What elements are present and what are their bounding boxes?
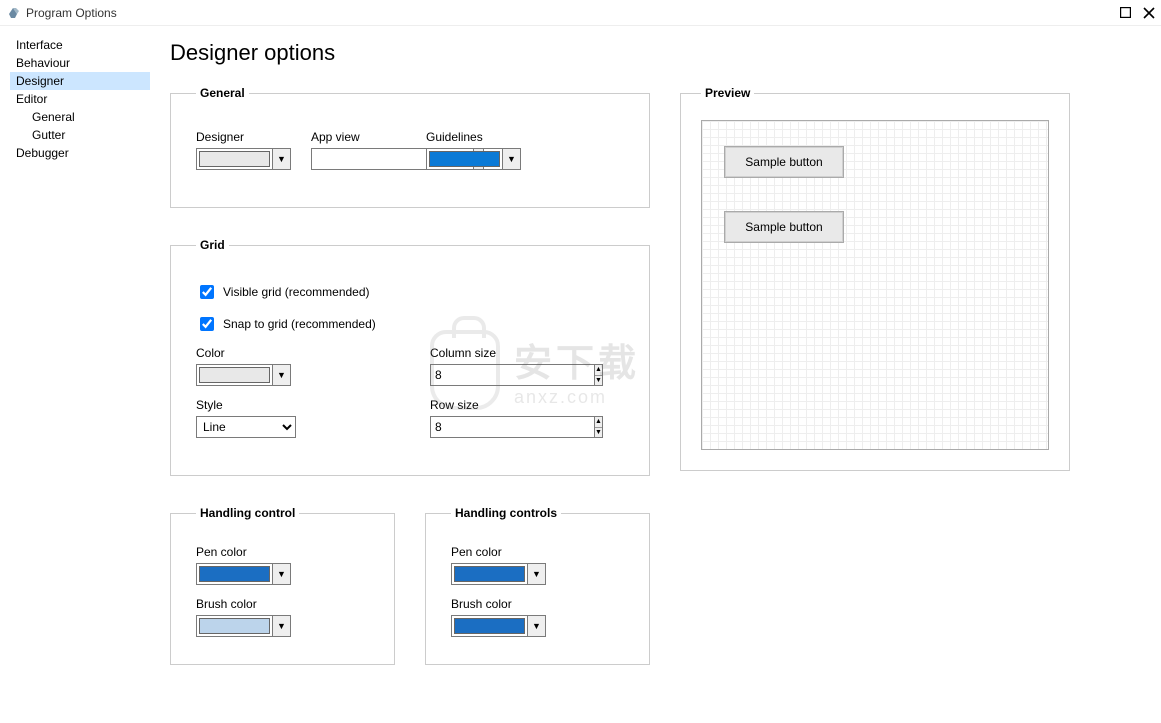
brush-color-swatch2 — [454, 618, 525, 634]
handling-controls-group: Handling controls Pen color ▼ Brush colo… — [425, 506, 650, 665]
appview-label: App view — [311, 130, 406, 144]
preview-group: Preview Sample button Sample button — [680, 86, 1070, 471]
close-button[interactable] — [1137, 1, 1161, 25]
titlebar: Program Options — [0, 0, 1161, 26]
sidebar: Interface Behaviour Designer Editor Gene… — [0, 26, 150, 723]
grid-color-swatch — [199, 367, 270, 383]
preview-legend: Preview — [701, 86, 754, 100]
row-size-label: Row size — [430, 398, 624, 412]
grid-legend: Grid — [196, 238, 229, 252]
sidebar-item-designer[interactable]: Designer — [10, 72, 150, 90]
chevron-down-icon[interactable]: ▼ — [527, 564, 545, 584]
guidelines-color-combo[interactable]: ▼ — [426, 148, 521, 170]
maximize-button[interactable] — [1113, 1, 1137, 25]
sidebar-item-interface[interactable]: Interface — [10, 36, 150, 54]
grid-color-label: Color — [196, 346, 390, 360]
appview-combo[interactable]: ▼ — [311, 148, 406, 170]
column-size-spinner[interactable]: ▲▼ — [430, 364, 535, 386]
sidebar-item-editor[interactable]: Editor — [10, 90, 150, 108]
brush-color-combo[interactable]: ▼ — [196, 615, 291, 637]
pen-color-label2: Pen color — [451, 545, 624, 559]
brush-color-combo2[interactable]: ▼ — [451, 615, 546, 637]
column-size-label: Column size — [430, 346, 624, 360]
app-icon — [6, 5, 22, 21]
sidebar-item-debugger[interactable]: Debugger — [10, 144, 150, 162]
snap-grid-label: Snap to grid (recommended) — [223, 317, 376, 331]
grid-style-select[interactable]: Line — [196, 416, 296, 438]
preview-canvas: Sample button Sample button — [701, 120, 1049, 450]
grid-style-label: Style — [196, 398, 390, 412]
designer-color-swatch — [199, 151, 270, 167]
pen-color-combo[interactable]: ▼ — [196, 563, 291, 585]
snap-grid-checkbox[interactable] — [200, 317, 214, 331]
guidelines-label: Guidelines — [426, 130, 521, 144]
chevron-down-icon[interactable]: ▼ — [502, 149, 520, 169]
pen-color-combo2[interactable]: ▼ — [451, 563, 546, 585]
pen-color-swatch — [199, 566, 270, 582]
brush-color-label2: Brush color — [451, 597, 624, 611]
pen-color-label: Pen color — [196, 545, 369, 559]
sample-button-1[interactable]: Sample button — [724, 146, 844, 178]
pen-color-swatch2 — [454, 566, 525, 582]
sidebar-item-behaviour[interactable]: Behaviour — [10, 54, 150, 72]
visible-grid-label: Visible grid (recommended) — [223, 285, 370, 299]
row-size-spinner[interactable]: ▲▼ — [430, 416, 535, 438]
designer-color-combo[interactable]: ▼ — [196, 148, 291, 170]
handling-controls-legend: Handling controls — [451, 506, 561, 520]
sidebar-item-gutter[interactable]: Gutter — [10, 126, 150, 144]
spin-down-icon[interactable]: ▼ — [595, 376, 602, 386]
grid-color-combo[interactable]: ▼ — [196, 364, 291, 386]
sidebar-item-general[interactable]: General — [10, 108, 150, 126]
general-group: General Designer ▼ App view — [170, 86, 650, 208]
grid-group: Grid Visible grid (recommended) Snap to … — [170, 238, 650, 476]
general-legend: General — [196, 86, 249, 100]
row-size-input[interactable] — [430, 416, 594, 438]
chevron-down-icon[interactable]: ▼ — [272, 149, 290, 169]
sample-button-2[interactable]: Sample button — [724, 211, 844, 243]
handling-control-group: Handling control Pen color ▼ Brush color — [170, 506, 395, 665]
spin-up-icon[interactable]: ▲ — [595, 365, 602, 376]
handling-control-legend: Handling control — [196, 506, 299, 520]
designer-label: Designer — [196, 130, 291, 144]
guidelines-color-swatch — [429, 151, 500, 167]
column-size-input[interactable] — [430, 364, 594, 386]
brush-color-label: Brush color — [196, 597, 369, 611]
chevron-down-icon[interactable]: ▼ — [272, 365, 290, 385]
visible-grid-checkbox[interactable] — [200, 285, 214, 299]
spin-down-icon[interactable]: ▼ — [595, 428, 602, 438]
page-title: Designer options — [170, 40, 1141, 66]
brush-color-swatch — [199, 618, 270, 634]
chevron-down-icon[interactable]: ▼ — [272, 616, 290, 636]
spin-up-icon[interactable]: ▲ — [595, 417, 602, 428]
chevron-down-icon[interactable]: ▼ — [272, 564, 290, 584]
chevron-down-icon[interactable]: ▼ — [527, 616, 545, 636]
window-title: Program Options — [26, 6, 117, 20]
